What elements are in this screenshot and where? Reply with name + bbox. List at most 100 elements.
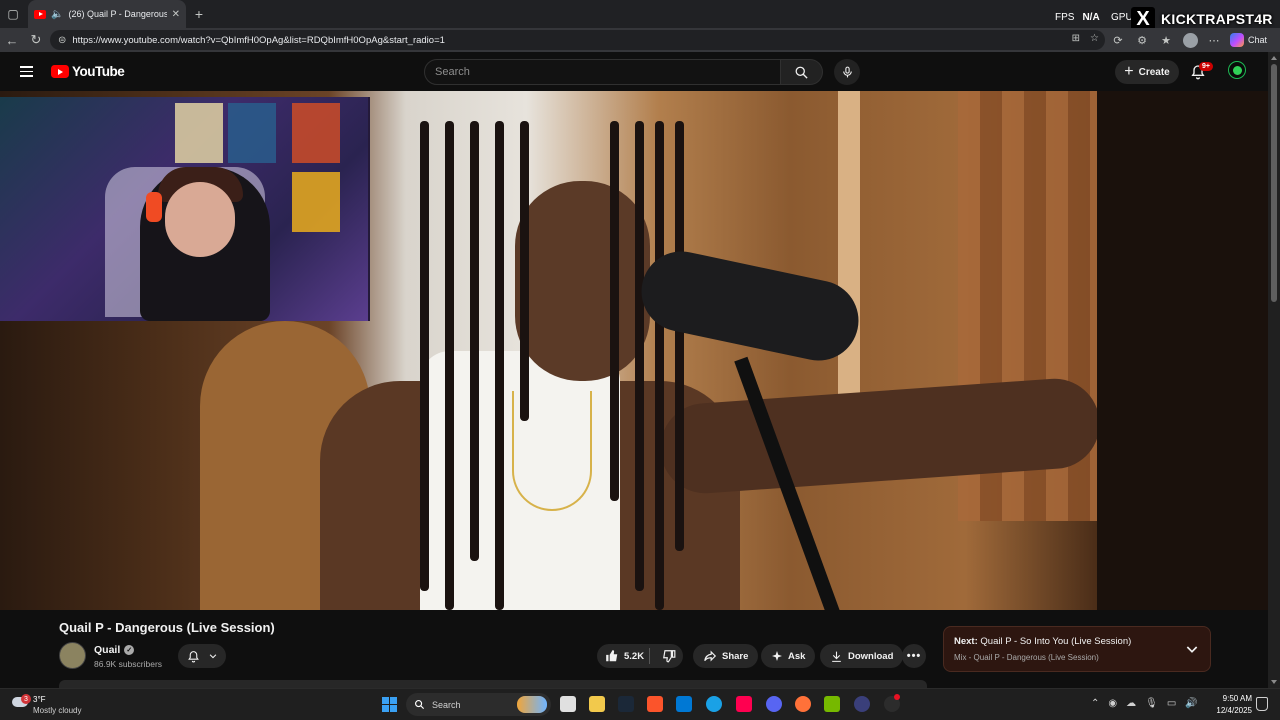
microphone-icon: [842, 66, 852, 78]
up-next-title: Quail P - So Into You (Live Session): [980, 636, 1132, 647]
clock-time: 9:50 AM: [1222, 694, 1252, 703]
watermark-handle: KICKTRAPST4R: [1161, 11, 1273, 27]
scroll-down-icon[interactable]: [1271, 680, 1277, 684]
brave-browser-icon[interactable]: [647, 696, 663, 712]
taskbar-clock[interactable]: 9:50 AM 12/4/2025: [1212, 693, 1252, 717]
show-hidden-icons-icon[interactable]: ⌃: [1091, 698, 1099, 709]
file-explorer-icon[interactable]: [589, 696, 605, 712]
system-tray: ⌃ ◉ ☁ 🎙 ▭ 🔊: [1091, 698, 1198, 709]
store-icon[interactable]: [676, 696, 692, 712]
menu-icon[interactable]: [20, 66, 33, 77]
weather-widget[interactable]: 3 3°F Mostly cloudy: [12, 693, 102, 717]
page-scrollbar[interactable]: [1268, 52, 1280, 688]
url-field[interactable]: ⊜ https://www.youtube.com/watch?v=QbImfH…: [50, 30, 1105, 50]
new-tab-icon[interactable]: +: [186, 0, 212, 28]
obs-icon[interactable]: [854, 696, 870, 712]
like-dislike-group: 5.2K: [597, 644, 683, 668]
share-label: Share: [722, 650, 749, 662]
more-actions-icon[interactable]: •••: [902, 644, 926, 668]
edge-icon[interactable]: [706, 696, 722, 712]
favorite-star-icon[interactable]: ☆: [1090, 33, 1099, 44]
microphone-tray-icon[interactable]: 🎙: [1145, 698, 1158, 709]
fps-label: FPS: [1055, 12, 1075, 23]
up-next-card[interactable]: Next: Quail P - So Into You (Live Sessio…: [943, 626, 1211, 672]
taskbar-search-label: Search: [432, 699, 461, 710]
notifications-badge: 9+: [1199, 62, 1213, 71]
weather-badge: 3: [21, 694, 31, 704]
tab-title: (26) Quail P - Dangerous (Live: [68, 9, 167, 19]
subscription-notifications-button[interactable]: [178, 644, 226, 668]
plus-icon: +: [1124, 63, 1134, 80]
back-icon[interactable]: ←: [0, 28, 24, 52]
video-player[interactable]: [0, 91, 1268, 610]
url-text: https://www.youtube.com/watch?v=QbImfH0O…: [72, 34, 445, 46]
dislike-button[interactable]: [655, 644, 683, 668]
youtube-favicon-icon: [34, 9, 46, 19]
fps-overlay: FPS N/A: [1055, 12, 1100, 23]
create-button[interactable]: + Create: [1115, 60, 1179, 84]
firefox-icon[interactable]: [795, 696, 811, 712]
youtube-logo-text: YouTube: [72, 64, 125, 79]
close-tab-icon[interactable]: ✕: [172, 9, 180, 20]
share-button[interactable]: Share: [693, 644, 759, 668]
search-button[interactable]: [781, 59, 823, 85]
verified-badge-icon: ✓: [124, 645, 135, 655]
download-label: Download: [848, 650, 894, 662]
chevron-down-icon: [209, 654, 216, 659]
task-view-icon[interactable]: [560, 696, 576, 712]
ask-label: Ask: [788, 650, 806, 662]
bell-icon: [187, 650, 199, 662]
taskbar-search[interactable]: Search: [406, 693, 551, 716]
network-icon[interactable]: ▭: [1167, 698, 1176, 709]
search-input[interactable]: [424, 59, 781, 85]
nvidia-icon[interactable]: [824, 696, 840, 712]
search-icon: [795, 66, 808, 79]
download-icon: [832, 651, 841, 662]
description-box[interactable]: [59, 680, 927, 688]
scroll-up-icon[interactable]: [1271, 56, 1277, 60]
profile-avatar[interactable]: [1182, 32, 1198, 48]
channel-name-row[interactable]: Quail ✓: [94, 644, 135, 656]
chat-label: Chat: [1248, 35, 1268, 45]
youtube-logo[interactable]: YouTube: [51, 64, 125, 79]
tiktok-icon[interactable]: [736, 696, 752, 712]
refresh-extension-icon[interactable]: ⟳: [1110, 32, 1126, 48]
cloud-tray-icon[interactable]: ☁: [1126, 698, 1136, 709]
extensions-icon[interactable]: ⚙: [1134, 32, 1150, 48]
download-button[interactable]: Download: [820, 644, 904, 668]
channel-name[interactable]: Quail: [94, 644, 120, 656]
like-count: 5.2K: [624, 650, 645, 662]
favorites-icon[interactable]: ★: [1158, 32, 1174, 48]
like-button[interactable]: 5.2K: [597, 644, 644, 668]
refresh-icon[interactable]: ↻: [24, 28, 48, 52]
fps-value: N/A: [1082, 12, 1100, 23]
gpu-label: GPU: [1111, 12, 1133, 23]
steam-icon[interactable]: [618, 696, 634, 712]
site-info-icon[interactable]: ⊜: [58, 35, 66, 46]
app-available-icon[interactable]: ⊞: [1072, 33, 1080, 44]
scrollbar-thumb[interactable]: [1271, 64, 1277, 302]
windows-start-icon[interactable]: [382, 697, 397, 712]
notification-center-icon[interactable]: [1256, 697, 1268, 711]
address-bar-row: ← ↻ ⊜ https://www.youtube.com/watch?v=Qb…: [0, 28, 1280, 52]
tab-actions-icon[interactable]: ▢: [0, 0, 26, 28]
youtube-play-icon: [51, 65, 69, 78]
discord-icon[interactable]: [766, 696, 782, 712]
channel-avatar[interactable]: [59, 642, 86, 669]
browser-tab-active[interactable]: 🔈 (26) Quail P - Dangerous (Live ✕: [28, 0, 186, 28]
account-avatar[interactable]: [1228, 61, 1246, 79]
volume-icon[interactable]: 🔊: [1185, 698, 1197, 709]
copilot-chat-button[interactable]: Chat: [1230, 33, 1267, 47]
app-notification-dot: [894, 694, 900, 700]
speaker-icon[interactable]: 🔈: [51, 9, 63, 20]
browser-menu-icon[interactable]: ⋯: [1206, 32, 1222, 48]
chevron-down-icon[interactable]: [1184, 641, 1200, 657]
windows-taskbar: 3 3°F Mostly cloudy Search ⌃ ◉ ☁ 🎙 ▭ 🔊 9…: [0, 688, 1280, 720]
voice-search-button[interactable]: [834, 59, 860, 85]
browser-toolbar-right: ⟳ ⚙ ★ ⋯ Chat: [1110, 28, 1267, 52]
steam-tray-icon[interactable]: ◉: [1108, 698, 1117, 709]
weather-condition: Mostly cloudy: [33, 706, 82, 715]
ask-button[interactable]: Ask: [761, 644, 816, 668]
share-icon: [704, 650, 717, 662]
video-details: Quail P - Dangerous (Live Session) Quail…: [0, 610, 1268, 688]
